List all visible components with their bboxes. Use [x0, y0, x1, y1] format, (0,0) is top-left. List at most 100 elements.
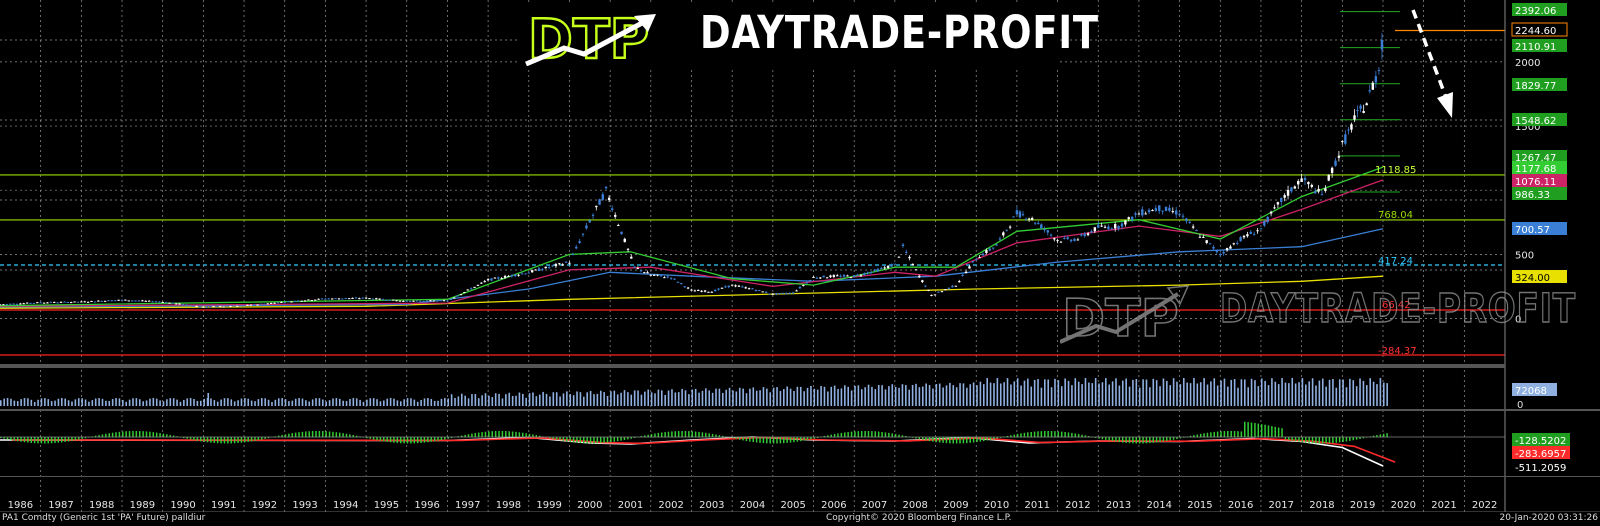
candle-body [181, 304, 185, 306]
volume-bar [1006, 378, 1009, 406]
macd-histogram-bar [138, 431, 141, 438]
candle-body [164, 302, 168, 304]
macd-histogram-bar [122, 431, 124, 438]
candle-body [886, 265, 890, 269]
volume-bar [1138, 387, 1141, 406]
candle-body [601, 194, 605, 200]
volume-bar [1020, 385, 1022, 406]
candle-body [1171, 211, 1175, 213]
macd-histogram-bar [488, 431, 490, 438]
candle-body [1330, 167, 1334, 173]
candle-body [754, 289, 758, 291]
macd-histogram-bar [603, 437, 605, 443]
candle-body [1185, 218, 1188, 222]
candle-body [1246, 234, 1249, 237]
volume-bar [416, 401, 419, 406]
candle-body [276, 302, 280, 304]
y-tick-label: 2000 [1515, 58, 1540, 69]
volume-bar [993, 383, 995, 406]
volume-bar [447, 398, 450, 406]
volume-bar [850, 390, 853, 406]
macd-histogram-bar [1223, 431, 1226, 438]
volume-bar [132, 398, 134, 406]
svg-text:DTP: DTP [1062, 289, 1179, 346]
candle-body [391, 299, 395, 301]
macd-histogram-bar [1305, 437, 1307, 443]
volume-bar [1050, 387, 1053, 406]
volume-bar [481, 395, 483, 406]
volume-bar [23, 398, 26, 406]
volume-bar [1220, 380, 1222, 406]
candle-body [1018, 211, 1022, 218]
candle-body [1090, 231, 1093, 233]
candle-body [354, 297, 358, 299]
candle-body [971, 261, 975, 263]
volume-bar [230, 399, 233, 406]
macd-histogram-bar [1237, 431, 1239, 438]
volume-bar [267, 399, 270, 406]
candle-body [1269, 211, 1273, 214]
volume-bar [332, 398, 334, 406]
volume-bar [444, 398, 446, 406]
volume-bar [122, 399, 124, 406]
macd-histogram-bar [972, 437, 975, 443]
candle-body [933, 294, 937, 296]
volume-bar [776, 387, 778, 406]
volume-bar [759, 390, 761, 406]
candle-body [86, 301, 90, 303]
macd-histogram-bar [572, 437, 575, 443]
volume-bar [640, 394, 643, 406]
volume-bar [1013, 381, 1016, 406]
candle-body [1113, 224, 1117, 229]
macd-histogram-bar [376, 437, 378, 441]
volume-bar [101, 398, 104, 406]
candle-body [66, 301, 69, 303]
volume-bar [1260, 378, 1263, 406]
macd-histogram-bar [10, 437, 12, 441]
volume-bar [772, 387, 775, 406]
macd-histogram-bar [1149, 437, 1151, 444]
candle-body [453, 297, 456, 299]
candle-body [32, 302, 36, 304]
candle-body [1195, 230, 1198, 232]
volume-bar [369, 398, 372, 406]
candle-body [1359, 105, 1362, 109]
x-tick-label: 1993 [292, 500, 317, 511]
macd-histogram-bar [576, 437, 578, 443]
macd-histogram-bar [677, 431, 680, 438]
volume-bar [796, 386, 799, 406]
candle-body [1168, 207, 1171, 211]
daytrade-profit-watermark: DTP DAYTRADE-PROFIT [1060, 276, 1600, 346]
volume-bar [566, 391, 568, 406]
volume-bar [786, 386, 788, 406]
volume-bar [538, 394, 541, 406]
dtp-watermark-icon: DTP [1060, 285, 1190, 346]
macd-histogram-bar [928, 437, 931, 442]
candle-body [1002, 232, 1005, 236]
candle-body [1124, 220, 1127, 225]
candle-body [1093, 227, 1097, 232]
macd-histogram-bar [854, 431, 856, 438]
macd-histogram-bar [484, 431, 487, 438]
volume-bar [403, 399, 405, 406]
macd-histogram-bar [1162, 437, 1165, 442]
macd-histogram-bar [325, 431, 327, 438]
candle-body [1202, 236, 1205, 238]
candle-body [541, 269, 544, 271]
volume-bar [1298, 382, 1300, 406]
copyright-label: Copyright© 2020 Bloomberg Finance L.P. [826, 513, 1012, 523]
volume-bar [1023, 380, 1026, 406]
volume-bar [155, 398, 158, 406]
x-tick-label: 2001 [618, 500, 643, 511]
volume-bar [261, 398, 263, 406]
candle-body [1043, 229, 1046, 231]
volume-bar [1030, 386, 1033, 406]
volume-bar [949, 382, 951, 406]
candle-body [449, 298, 453, 300]
volume-bar [338, 398, 341, 406]
candle-body [812, 276, 815, 278]
candle-body [863, 273, 866, 275]
volume-bar [1010, 384, 1012, 406]
volume-bar [579, 392, 582, 406]
volume-bar [33, 401, 36, 406]
